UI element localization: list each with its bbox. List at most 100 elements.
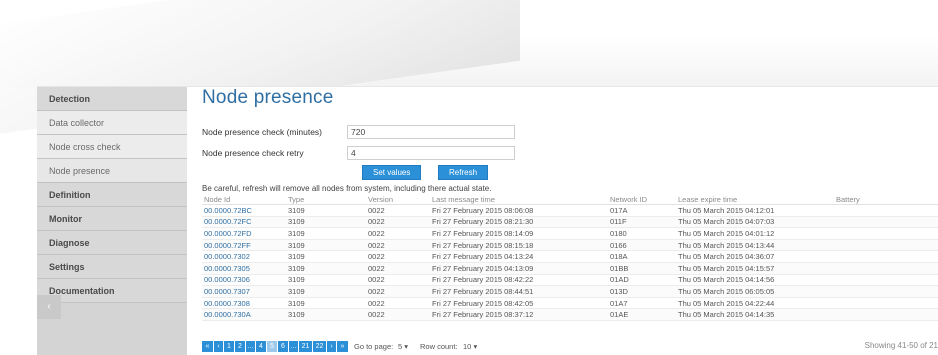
showing-summary: Showing 41-50 of 21 — [864, 341, 938, 350]
cell-last-message-time: Fri 27 February 2015 08:44:51 — [430, 285, 608, 298]
table-row[interactable]: 00.0000.7302 3109 0022 Fri 27 February 2015… — [202, 250, 938, 263]
cell-battery — [834, 297, 938, 310]
cell-lease-expire-time: Thu 05 March 2015 04:01:12 — [676, 227, 834, 240]
cell-battery — [834, 262, 938, 275]
node-table: Node Id Type Version Last message time N… — [202, 194, 938, 321]
refresh-button[interactable]: Refresh — [438, 165, 489, 180]
pager-page-1[interactable]: 1 — [224, 341, 234, 352]
cell-type: 3109 — [286, 239, 366, 252]
cell-battery — [834, 216, 938, 229]
cell-node-id: 00.0000.72BC — [202, 204, 286, 217]
cell-lease-expire-time: Thu 05 March 2015 04:14:35 — [676, 308, 834, 321]
cell-version: 0022 — [366, 204, 430, 217]
table-row[interactable]: 00.0000.7308 3109 0022 Fri 27 February 2015… — [202, 297, 938, 310]
sidebar-item-data-collector[interactable]: Data collector — [37, 111, 187, 135]
cell-version: 0022 — [366, 308, 430, 321]
sidebar-collapse-button[interactable]: ‹ — [37, 295, 61, 319]
cell-version: 0022 — [366, 250, 430, 263]
set-values-button[interactable]: Set values — [362, 165, 422, 180]
cell-type: 3109 — [286, 204, 366, 217]
header-banner — [0, 0, 938, 140]
column-header-version[interactable]: Version — [366, 194, 430, 205]
node-table-body: 00.0000.72BC 3109 0022 Fri 27 February 2015… — [202, 204, 938, 321]
table-row[interactable]: 00.0000.730A 3109 0022 Fri 27 February 2015… — [202, 308, 938, 321]
sidebar: Detection Data collector Node cross chec… — [37, 87, 187, 355]
cell-node-id: 00.0000.7302 — [202, 250, 286, 263]
column-header-last-message-time[interactable]: Last message time — [430, 194, 608, 205]
table-row[interactable]: 00.0000.7305 3109 0022 Fri 27 February 2015… — [202, 262, 938, 275]
cell-lease-expire-time: Thu 05 March 2015 04:07:03 — [676, 216, 834, 229]
cell-lease-expire-time: Thu 05 March 2015 04:22:44 — [676, 297, 834, 310]
column-header-lease-expire-time[interactable]: Lease expire time — [676, 194, 834, 205]
cell-version: 0022 — [366, 285, 430, 298]
column-header-network-id[interactable]: Network ID — [608, 194, 676, 205]
cell-battery — [834, 239, 938, 252]
cell-lease-expire-time: Thu 05 March 2015 04:36:07 — [676, 250, 834, 263]
cell-battery — [834, 308, 938, 321]
row-count-value: 10 — [463, 342, 472, 351]
cell-last-message-time: Fri 27 February 2015 08:06:08 — [430, 204, 608, 217]
cell-version: 0022 — [366, 274, 430, 287]
column-header-battery[interactable]: Battery — [834, 194, 938, 205]
column-header-type[interactable]: Type — [286, 194, 366, 205]
cell-last-message-time: Fri 27 February 2015 08:37:12 — [430, 308, 608, 321]
cell-node-id: 00.0000.72FF — [202, 239, 286, 252]
cell-node-id: 00.0000.7308 — [202, 297, 286, 310]
pager-ellipsis: … — [246, 341, 255, 352]
pager-page-5-current[interactable]: 5 — [267, 341, 277, 352]
cell-battery — [834, 227, 938, 240]
check-minutes-input[interactable] — [347, 125, 515, 139]
sidebar-item-settings[interactable]: Settings — [37, 255, 187, 279]
cell-last-message-time: Fri 27 February 2015 08:15:18 — [430, 239, 608, 252]
cell-battery — [834, 274, 938, 287]
cell-battery — [834, 204, 938, 217]
check-retry-input[interactable] — [347, 146, 515, 160]
row-count-select[interactable]: 10 ▾ — [463, 341, 477, 352]
cell-lease-expire-time: Thu 05 March 2015 04:14:56 — [676, 274, 834, 287]
cell-type: 3109 — [286, 216, 366, 229]
sidebar-item-monitor[interactable]: Monitor — [37, 207, 187, 231]
sidebar-item-node-presence[interactable]: Node presence — [37, 159, 187, 183]
table-row[interactable]: 00.0000.72FF 3109 0022 Fri 27 February 2015… — [202, 239, 938, 252]
cell-network-id: 01A7 — [608, 297, 676, 310]
pager-last-button[interactable]: » — [337, 341, 348, 352]
table-row[interactable]: 00.0000.72FD 3109 0022 Fri 27 February 2015… — [202, 227, 938, 240]
pager-prev-button[interactable]: ‹ — [214, 341, 223, 352]
pager-page-4[interactable]: 4 — [256, 341, 266, 352]
cell-node-id: 00.0000.7307 — [202, 285, 286, 298]
cell-network-id: 0180 — [608, 227, 676, 240]
cell-network-id: 01AE — [608, 308, 676, 321]
pager-page-21[interactable]: 21 — [299, 341, 312, 352]
table-row[interactable]: 00.0000.7306 3109 0022 Fri 27 February 2015… — [202, 274, 938, 287]
sidebar-item-definition[interactable]: Definition — [37, 183, 187, 207]
sidebar-item-detection[interactable]: Detection — [37, 87, 187, 111]
pager-first-button[interactable]: « — [202, 341, 213, 352]
cell-network-id: 0166 — [608, 239, 676, 252]
pager-ellipsis: … — [289, 341, 298, 352]
pager-page-6[interactable]: 6 — [278, 341, 288, 352]
cell-node-id: 00.0000.7305 — [202, 262, 286, 275]
check-retry-label: Node presence check retry — [202, 148, 304, 158]
pager-page-22[interactable]: 22 — [313, 341, 326, 352]
check-minutes-label: Node presence check (minutes) — [202, 127, 323, 137]
cell-version: 0022 — [366, 297, 430, 310]
sidebar-item-diagnose[interactable]: Diagnose — [37, 231, 187, 255]
cell-type: 3109 — [286, 285, 366, 298]
cell-lease-expire-time: Thu 05 March 2015 04:13:44 — [676, 239, 834, 252]
cell-battery — [834, 250, 938, 263]
goto-page-select[interactable]: 5 ▾ — [398, 341, 408, 352]
table-row[interactable]: 00.0000.7307 3109 0022 Fri 27 February 2015… — [202, 285, 938, 298]
cell-last-message-time: Fri 27 February 2015 04:13:24 — [430, 250, 608, 263]
table-row[interactable]: 00.0000.72BC 3109 0022 Fri 27 February 2015… — [202, 204, 938, 217]
pager-next-button[interactable]: › — [327, 341, 336, 352]
refresh-warning: Be careful, refresh will remove all node… — [202, 184, 492, 193]
column-header-node-id[interactable]: Node Id — [202, 194, 286, 205]
cell-last-message-time: Fri 27 February 2015 08:42:22 — [430, 274, 608, 287]
table-row[interactable]: 00.0000.72FC 3109 0022 Fri 27 February 2015… — [202, 216, 938, 229]
cell-network-id: 01BB — [608, 262, 676, 275]
pager-page-2[interactable]: 2 — [235, 341, 245, 352]
cell-version: 0022 — [366, 239, 430, 252]
cell-type: 3109 — [286, 297, 366, 310]
cell-type: 3109 — [286, 308, 366, 321]
sidebar-item-node-cross-check[interactable]: Node cross check — [37, 135, 187, 159]
